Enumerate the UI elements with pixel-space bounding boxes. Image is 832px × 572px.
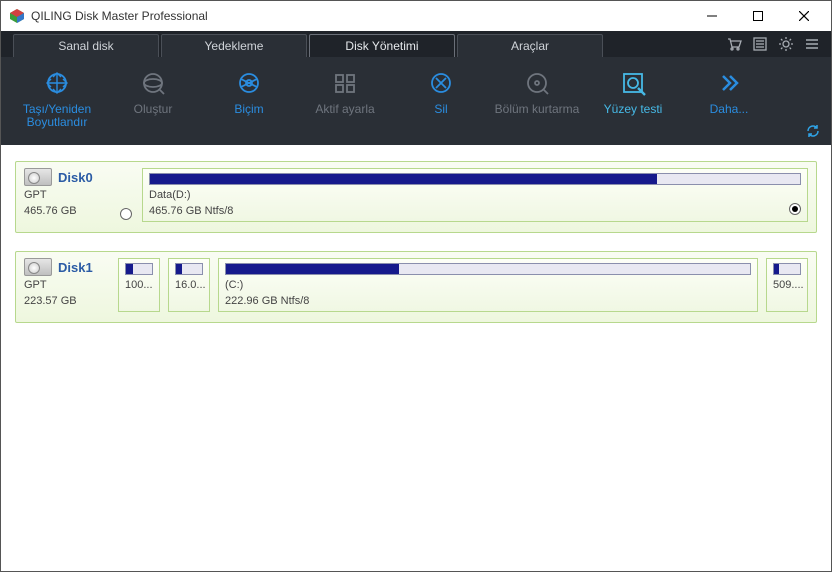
usage-bar bbox=[125, 263, 153, 275]
app-logo-icon bbox=[9, 8, 25, 24]
hdd-icon bbox=[24, 168, 52, 186]
usage-bar bbox=[225, 263, 751, 275]
surface-icon bbox=[587, 67, 679, 99]
partition-info: 509.... bbox=[773, 279, 801, 291]
partition[interactable]: (C:) 222.96 GB Ntfs/8 bbox=[218, 258, 758, 312]
maximize-button[interactable] bbox=[735, 1, 781, 31]
setactive-icon bbox=[299, 67, 391, 99]
create-icon bbox=[107, 67, 199, 99]
disk-name: Disk1 bbox=[58, 260, 93, 275]
disk-scheme: GPT bbox=[24, 278, 110, 292]
more-icon bbox=[683, 67, 775, 99]
tab-sanal-disk[interactable]: Sanal disk bbox=[13, 34, 159, 57]
tool-label: Daha... bbox=[683, 103, 775, 116]
disk-name: Disk0 bbox=[58, 170, 93, 185]
cart-icon[interactable] bbox=[721, 31, 747, 57]
tool-label: Taşı/Yeniden Boyutlandır bbox=[11, 103, 103, 129]
tool-label: Yüzey testi bbox=[587, 103, 679, 116]
tool-label: Sil bbox=[395, 103, 487, 116]
main-nav: Sanal diskYedeklemeDisk YönetimiAraçlar bbox=[1, 31, 831, 57]
tool-move-resize[interactable]: Taşı/Yeniden Boyutlandır bbox=[11, 65, 103, 129]
minimize-button[interactable] bbox=[689, 1, 735, 31]
usage-bar bbox=[149, 173, 801, 185]
menu-icon[interactable] bbox=[799, 31, 825, 57]
partitions: Data(D:) 465.76 GB Ntfs/8 bbox=[142, 168, 808, 222]
hdd-icon bbox=[24, 258, 52, 276]
partition[interactable]: Data(D:) 465.76 GB Ntfs/8 bbox=[142, 168, 808, 222]
tool-create[interactable]: Oluştur bbox=[107, 65, 199, 116]
recovery-icon bbox=[491, 67, 583, 99]
delete-icon bbox=[395, 67, 487, 99]
disk-card: Disk1 GPT 223.57 GB 100... 16.0... (C:) … bbox=[15, 251, 817, 323]
list-icon[interactable] bbox=[747, 31, 773, 57]
tab-ara-lar[interactable]: Araçlar bbox=[457, 34, 603, 57]
disk-list: Disk0 GPT 465.76 GB Data(D:) 465.76 GB N… bbox=[1, 145, 831, 357]
tool-setactive[interactable]: Aktif ayarla bbox=[299, 65, 391, 116]
format-icon bbox=[203, 67, 295, 99]
tool-recovery[interactable]: Bölüm kurtarma bbox=[491, 65, 583, 116]
disk-size: 223.57 GB bbox=[24, 294, 110, 308]
partition-info: 222.96 GB Ntfs/8 bbox=[225, 295, 751, 307]
partition-info: 16.0... bbox=[175, 279, 203, 291]
partition-label: (C:) bbox=[225, 279, 751, 291]
usage-bar bbox=[175, 263, 203, 275]
toolbar: Taşı/Yeniden Boyutlandır Oluştur Biçim Akti… bbox=[1, 57, 831, 145]
partition[interactable]: 509.... bbox=[766, 258, 808, 312]
tool-surface[interactable]: Yüzey testi bbox=[587, 65, 679, 116]
partition-label: Data(D:) bbox=[149, 189, 801, 201]
partitions: 100... 16.0... (C:) 222.96 GB Ntfs/8 509… bbox=[118, 258, 808, 312]
tab-yedekleme[interactable]: Yedekleme bbox=[161, 34, 307, 57]
disk-card: Disk0 GPT 465.76 GB Data(D:) 465.76 GB N… bbox=[15, 161, 817, 233]
partition-info: 465.76 GB Ntfs/8 bbox=[149, 205, 801, 217]
partition[interactable]: 100... bbox=[118, 258, 160, 312]
partition-radio[interactable] bbox=[789, 203, 801, 215]
tool-more[interactable]: Daha... bbox=[683, 65, 775, 116]
tool-label: Bölüm kurtarma bbox=[491, 103, 583, 116]
window-title: QILING Disk Master Professional bbox=[31, 9, 689, 23]
titlebar: QILING Disk Master Professional bbox=[1, 1, 831, 31]
disk-radio[interactable] bbox=[120, 208, 132, 220]
tool-format[interactable]: Biçim bbox=[203, 65, 295, 116]
disk-header: Disk0 GPT 465.76 GB bbox=[24, 168, 110, 222]
disk-size: 465.76 GB bbox=[24, 204, 110, 218]
tab-disk-y-netimi[interactable]: Disk Yönetimi bbox=[309, 34, 455, 57]
close-button[interactable] bbox=[781, 1, 827, 31]
partition[interactable]: 16.0... bbox=[168, 258, 210, 312]
disk-scheme: GPT bbox=[24, 188, 110, 202]
settings-icon[interactable] bbox=[773, 31, 799, 57]
tool-label: Aktif ayarla bbox=[299, 103, 391, 116]
move-resize-icon bbox=[11, 67, 103, 99]
refresh-icon[interactable] bbox=[805, 123, 821, 139]
partition-info: 100... bbox=[125, 279, 153, 291]
disk-header: Disk1 GPT 223.57 GB bbox=[24, 258, 110, 312]
tool-label: Oluştur bbox=[107, 103, 199, 116]
tool-label: Biçim bbox=[203, 103, 295, 116]
usage-bar bbox=[773, 263, 801, 275]
tool-delete[interactable]: Sil bbox=[395, 65, 487, 116]
